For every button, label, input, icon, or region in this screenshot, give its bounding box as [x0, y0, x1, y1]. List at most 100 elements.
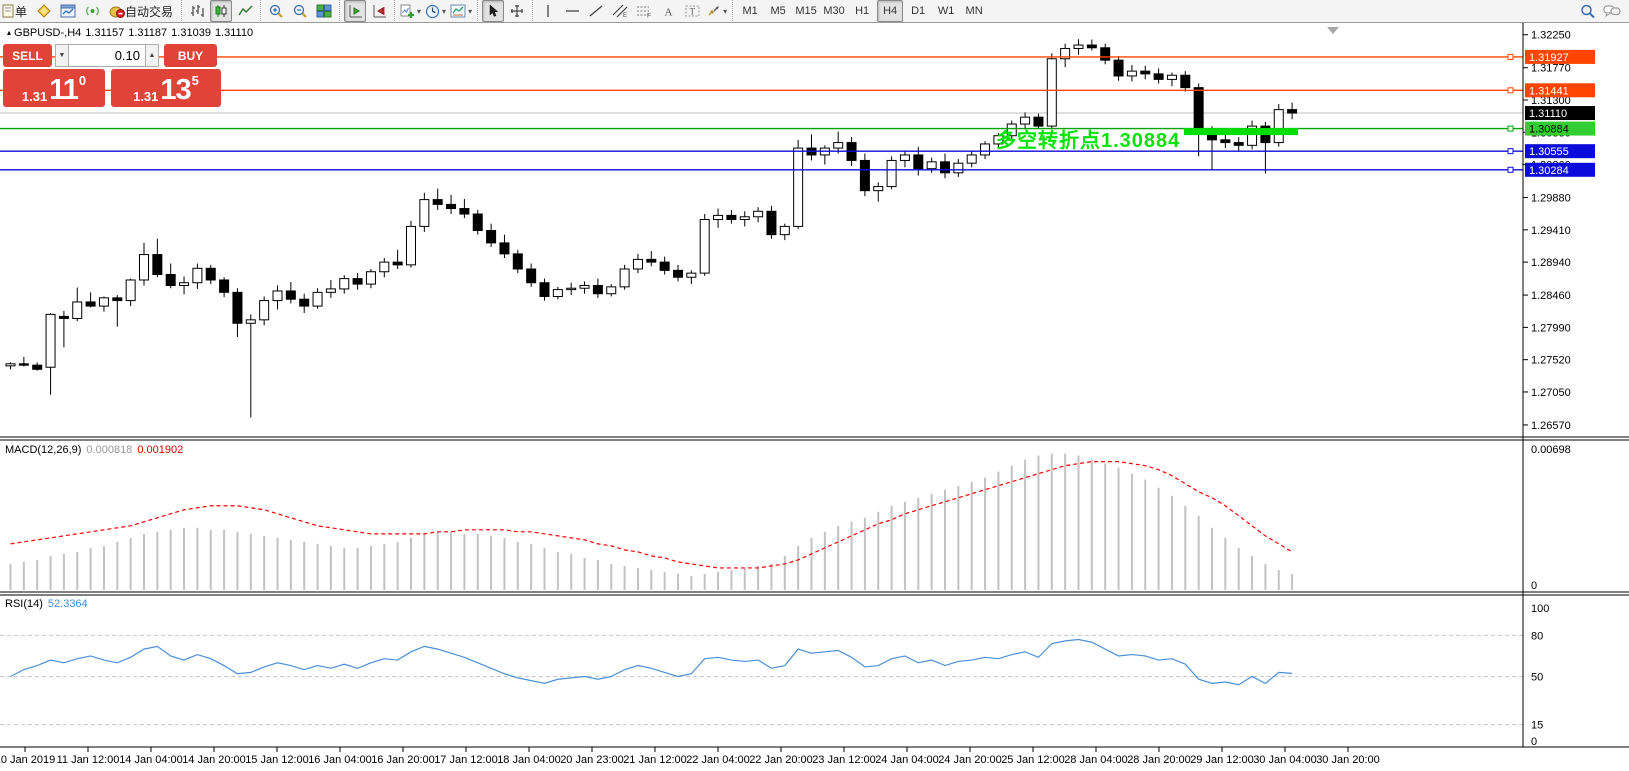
text-label-button[interactable]: T: [681, 0, 703, 22]
timeframe-m15[interactable]: M15: [793, 0, 819, 22]
svg-text:25 Jan 12:00: 25 Jan 12:00: [1001, 754, 1065, 766]
buy-button[interactable]: BUY: [164, 44, 217, 67]
chart-shift-icon: [372, 4, 387, 18]
tile-windows-button[interactable]: [313, 0, 335, 22]
horizontal-line-button[interactable]: [561, 0, 583, 22]
timeframe-w1[interactable]: W1: [933, 0, 959, 22]
macd-indicator-label: MACD(12,26,9)0.0008180.001902: [5, 444, 183, 456]
text-icon: A: [662, 4, 675, 18]
timeframe-group: M1 M5 M15 M30 H1 H4 D1 W1 MN: [732, 0, 991, 23]
sell-price-display[interactable]: 1.31 11 0: [3, 69, 105, 107]
search-icon: [1580, 4, 1596, 19]
vertical-line-button[interactable]: [537, 0, 559, 22]
volume-input[interactable]: 0.10: [69, 44, 145, 67]
periods-clock-icon: [425, 4, 440, 19]
new-order-button[interactable]: 单: [0, 0, 31, 22]
svg-text:22 Jan 20:00: 22 Jan 20:00: [749, 754, 813, 766]
new-chart-icon: [60, 4, 76, 18]
svg-text:F: F: [647, 13, 651, 19]
svg-text:14 Jan 04:00: 14 Jan 04:00: [119, 754, 183, 766]
svg-text:1.27520: 1.27520: [1531, 355, 1571, 367]
svg-text:21 Jan 12:00: 21 Jan 12:00: [623, 754, 687, 766]
volume-increase-button[interactable]: ▲: [145, 44, 159, 67]
candlestick-chart-icon: [214, 4, 228, 18]
market-watch-icon: [36, 4, 52, 18]
svg-text:1.32250: 1.32250: [1531, 30, 1571, 42]
autoscroll-button[interactable]: [344, 0, 366, 22]
indicators-button[interactable]: ▾: [399, 0, 422, 22]
templates-icon: [450, 4, 466, 18]
svg-text:30 Jan 04:00: 30 Jan 04:00: [1253, 754, 1317, 766]
chat-icon: [1603, 4, 1621, 19]
symbol-info: ▴GBPUSD-,H41.311571.311871.310391.31110: [7, 27, 257, 39]
svg-text:23 Jan 12:00: 23 Jan 12:00: [812, 754, 876, 766]
fibonacci-icon: F: [636, 4, 652, 18]
svg-text:1.28460: 1.28460: [1531, 290, 1571, 302]
trendline-button[interactable]: [585, 0, 607, 22]
timeframe-m1[interactable]: M1: [737, 0, 763, 22]
zoom-out-button[interactable]: [289, 0, 311, 22]
svg-text:1.31110: 1.31110: [1529, 108, 1567, 120]
horizontal-line-icon: [565, 4, 580, 18]
level-handle: [1508, 54, 1513, 59]
signals-button[interactable]: [81, 0, 103, 22]
trendline-icon: [589, 4, 603, 18]
svg-text:29 Jan 12:00: 29 Jan 12:00: [1190, 754, 1254, 766]
text-button[interactable]: A: [657, 0, 679, 22]
sell-price-small: 1.31: [22, 89, 47, 104]
svg-text:16 Jan 04:00: 16 Jan 04:00: [308, 754, 372, 766]
autotrading-button[interactable]: 自动交易: [105, 0, 177, 22]
chart-shift-button[interactable]: [368, 0, 390, 22]
buy-price-display[interactable]: 1.31 13 5: [111, 69, 221, 107]
timeframe-m30[interactable]: M30: [821, 0, 847, 22]
timeframe-mn[interactable]: MN: [961, 0, 987, 22]
signals-icon: [85, 4, 100, 18]
equidistant-channel-button[interactable]: E: [609, 0, 631, 22]
svg-text:28 Jan 20:00: 28 Jan 20:00: [1127, 754, 1191, 766]
templates-caret-icon: ▾: [468, 7, 472, 16]
macd-signal-value: 0.001902: [137, 444, 183, 456]
timeframe-h1[interactable]: H1: [849, 0, 875, 22]
svg-text:16 Jan 20:00: 16 Jan 20:00: [371, 754, 435, 766]
ohlc-low: 1.31039: [171, 27, 211, 39]
indicators-icon: [400, 4, 415, 19]
timeframe-h4[interactable]: H4: [877, 0, 903, 22]
autotrading-label: 自动交易: [125, 3, 173, 20]
new-order-label: 单: [15, 3, 27, 20]
chat-button[interactable]: [1601, 0, 1623, 22]
macd-name: MACD(12,26,9): [5, 444, 81, 456]
chart-area[interactable]: 1.322501.317701.313001.308301.303601.298…: [0, 23, 1629, 771]
sell-button[interactable]: SELL: [3, 44, 52, 67]
svg-text:1.27050: 1.27050: [1531, 387, 1571, 399]
periods-button[interactable]: ▾: [424, 0, 447, 22]
search-button[interactable]: [1577, 0, 1599, 22]
line-chart-button[interactable]: [234, 0, 256, 22]
svg-text:11 Jan 12:00: 11 Jan 12:00: [57, 754, 120, 766]
timeframe-m5[interactable]: M5: [765, 0, 791, 22]
sell-price-big: 11: [49, 77, 78, 104]
cursor-button[interactable]: [482, 0, 504, 22]
rsi-value: 52.3364: [48, 598, 88, 610]
svg-text:1.28940: 1.28940: [1531, 257, 1571, 269]
templates-button[interactable]: ▾: [449, 0, 473, 22]
tile-windows-icon: [316, 4, 332, 18]
market-watch-button[interactable]: [33, 0, 55, 22]
toolbar: 单 自动交易 ▾ ▾ ▾: [0, 0, 1629, 23]
arrows-button[interactable]: ▾: [705, 0, 728, 22]
new-chart-button[interactable]: [57, 0, 79, 22]
crosshair-icon: [510, 4, 524, 18]
svg-text:22 Jan 04:00: 22 Jan 04:00: [686, 754, 750, 766]
collapse-icon[interactable]: ▴: [7, 28, 11, 37]
svg-text:100: 100: [1531, 603, 1549, 615]
fibonacci-button[interactable]: F: [633, 0, 655, 22]
candlestick-chart-button[interactable]: [210, 0, 232, 22]
volume-decrease-button[interactable]: ▼: [55, 44, 69, 67]
zoom-in-button[interactable]: [265, 0, 287, 22]
ohlc-high: 1.31187: [128, 27, 167, 39]
bar-chart-button[interactable]: [186, 0, 208, 22]
svg-text:1.27990: 1.27990: [1531, 322, 1571, 334]
chart-text-annotation[interactable]: 多空转折点1.30884: [996, 124, 1180, 153]
rsi-name: RSI(14): [5, 598, 43, 610]
timeframe-d1[interactable]: D1: [905, 0, 931, 22]
crosshair-button[interactable]: [506, 0, 528, 22]
